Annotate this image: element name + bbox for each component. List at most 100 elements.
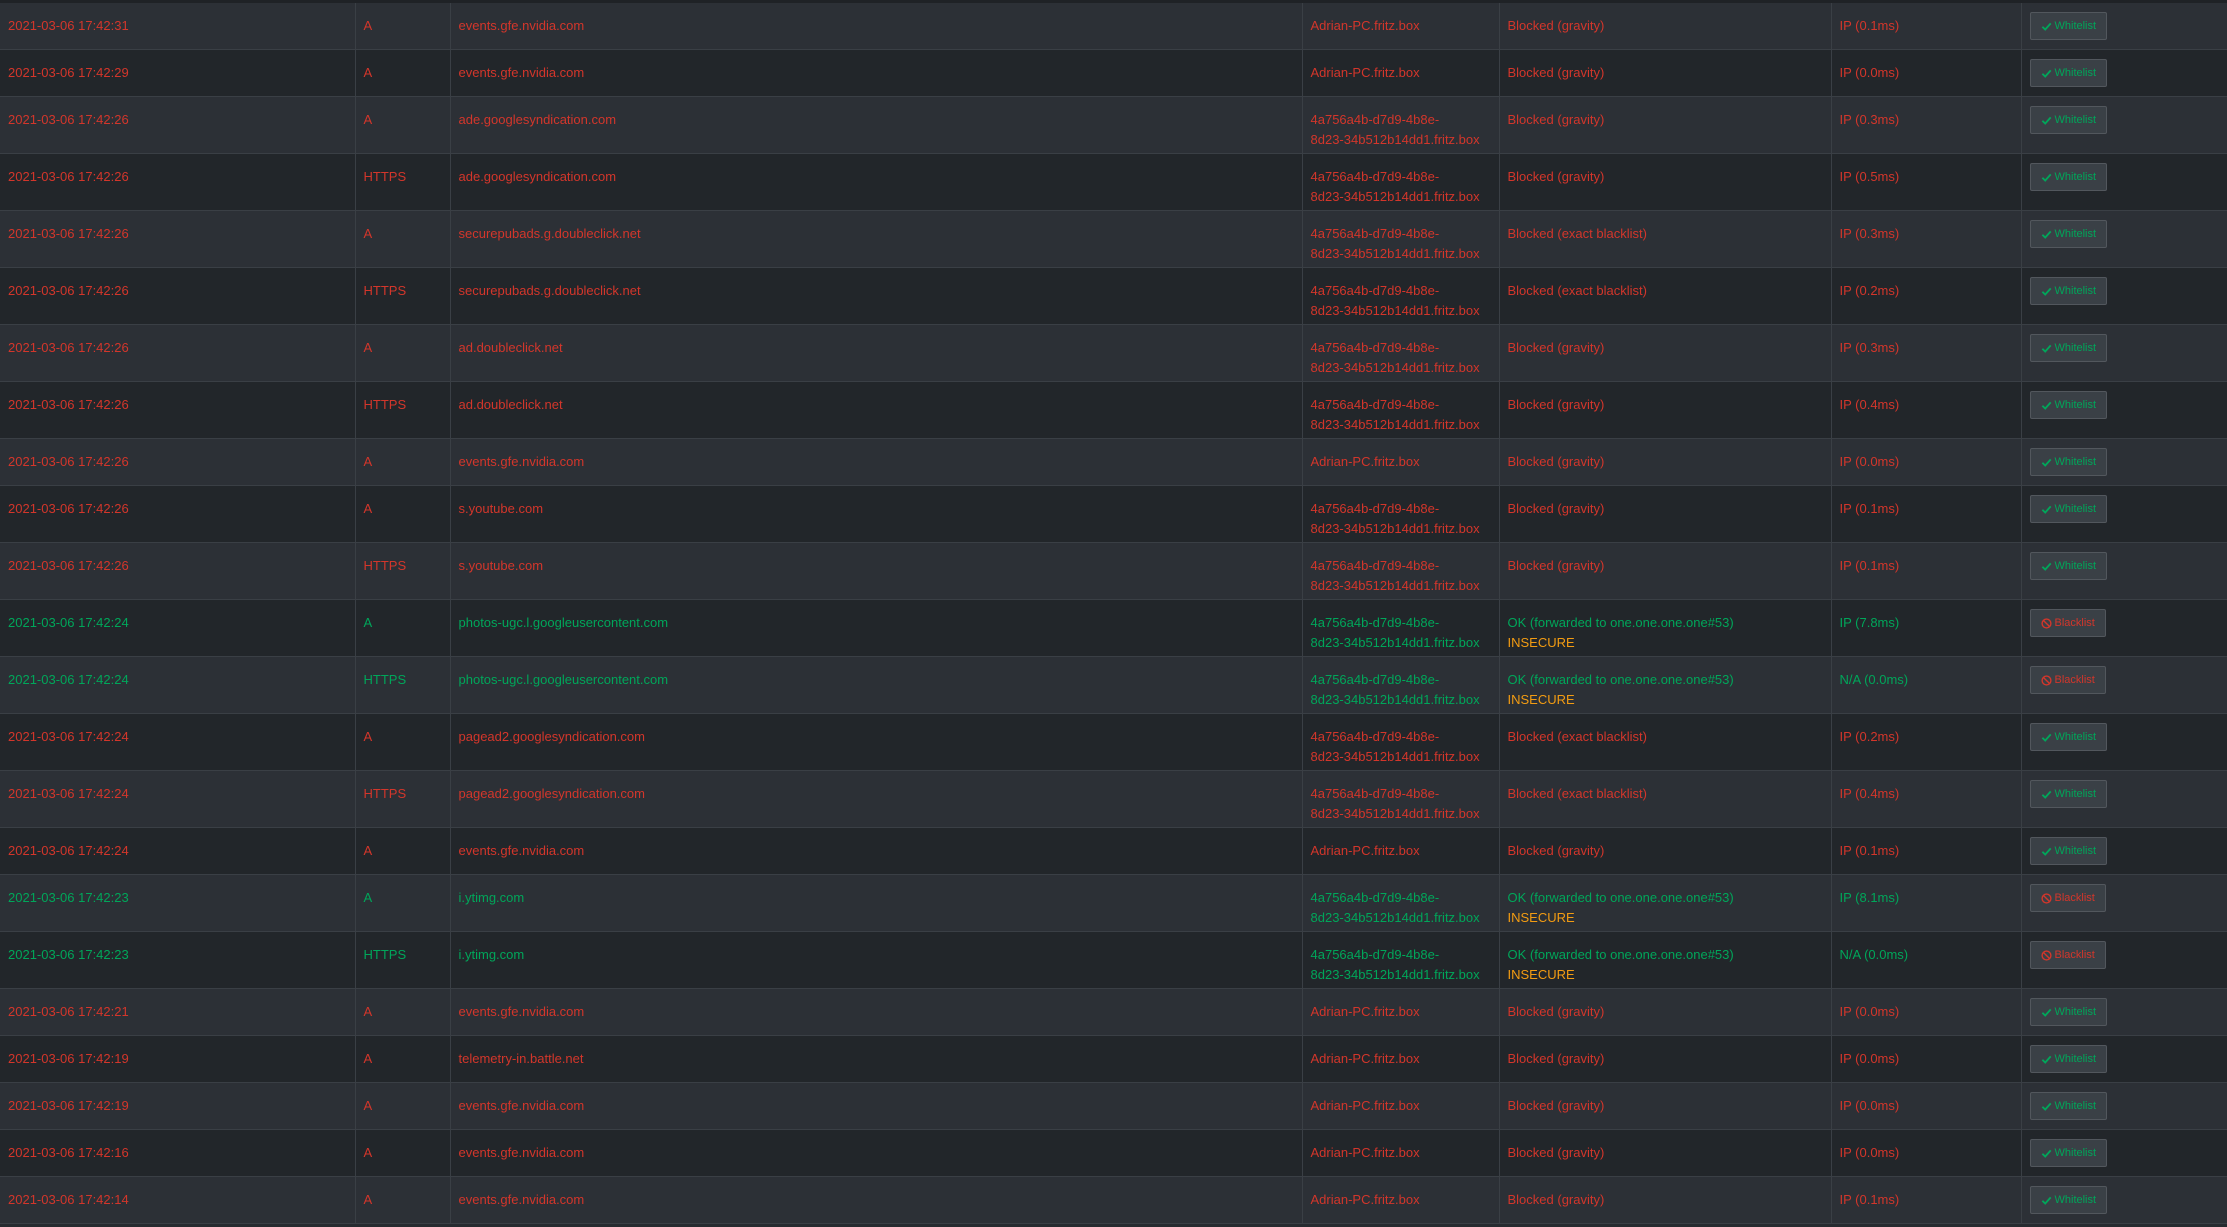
client-line: 8d23-34b512b14dd1.fritz.box [1310, 966, 1480, 982]
whitelist-button[interactable]: Whitelist [2029, 723, 2108, 751]
whitelist-button[interactable]: Whitelist [2029, 220, 2108, 248]
blacklist-button[interactable]: Blacklist [2029, 941, 2106, 969]
client-line: Adrian-PC.fritz.box [1310, 18, 1420, 33]
whitelist-button[interactable]: Whitelist [2029, 334, 2108, 362]
action-cell: Whitelist [2021, 382, 2227, 439]
whitelist-button[interactable]: Whitelist [2029, 1045, 2108, 1073]
status-text: Blocked (gravity) [1507, 843, 1605, 858]
client-line: 4a756a4b-d7d9-4b8e- [1310, 112, 1440, 127]
blacklist-button[interactable]: Blacklist [2029, 609, 2106, 637]
type-cell: A [355, 1083, 451, 1130]
client-cell: 4a756a4b-d7d9-4b8e- 8d23-34b512b14dd1.fri… [1302, 714, 1500, 771]
type-cell: A [355, 486, 451, 543]
action-cell: Whitelist [2021, 325, 2227, 382]
domain-cell: i.ytimg.com [450, 932, 1303, 989]
check-icon [2041, 400, 2052, 411]
time-cell: 2021-03-06 17:42:24 [0, 771, 356, 828]
client-line: 8d23-34b512b14dd1.fritz.box [1310, 748, 1480, 764]
query-log-body: 2021-03-06 17:42:31 Aevents.gfe.nvidia.co… [0, 1, 2227, 1224]
status-cell: Blocked (gravity) [1499, 325, 1832, 382]
action-label: Whitelist [2054, 114, 2097, 126]
check-icon [2041, 1054, 2052, 1065]
blacklist-button[interactable]: Blacklist [2029, 666, 2106, 694]
whitelist-button[interactable]: Whitelist [2029, 1092, 2108, 1120]
time-cell: 2021-03-06 17:42:19 [0, 1036, 356, 1083]
type-cell: A [355, 989, 451, 1036]
type-cell: HTTPS [355, 268, 451, 325]
action-label: Whitelist [2054, 1147, 2097, 1159]
whitelist-button[interactable]: Whitelist [2029, 552, 2108, 580]
client-cell: 4a756a4b-d7d9-4b8e- 8d23-34b512b14dd1.fri… [1302, 97, 1500, 154]
action-label: Whitelist [2054, 1100, 2097, 1112]
check-icon [2041, 732, 2052, 743]
table-row: 2021-03-06 17:42:26 HTTPS ad.doubleclick.n… [0, 382, 2227, 439]
whitelist-button[interactable]: Whitelist [2029, 106, 2108, 134]
client-line: Adrian-PC.fritz.box [1310, 1098, 1420, 1113]
whitelist-button[interactable]: Whitelist [2029, 1139, 2108, 1167]
whitelist-button[interactable]: Whitelist [2029, 837, 2108, 865]
time-cell: 2021-03-06 17:42:24 [0, 600, 356, 657]
whitelist-button[interactable]: Whitelist [2029, 163, 2108, 191]
table-row: 2021-03-06 17:42:19 Atelemetry-in.battle.… [0, 1036, 2227, 1083]
check-icon [2041, 115, 2052, 126]
whitelist-button[interactable]: Whitelist [2029, 277, 2108, 305]
status-text: OK (forwarded to one.one.one.one#53) [1507, 615, 1734, 630]
action-cell: Whitelist [2021, 828, 2227, 875]
whitelist-button[interactable]: Whitelist [2029, 59, 2108, 87]
whitelist-button[interactable]: Whitelist [2029, 998, 2108, 1026]
client-line: 4a756a4b-d7d9-4b8e- [1310, 283, 1440, 298]
client-line: Adrian-PC.fritz.box [1310, 65, 1420, 80]
domain-cell: securepubads.g.doubleclick.net [450, 211, 1303, 268]
whitelist-button[interactable]: Whitelist [2029, 495, 2108, 523]
type-cell: A [355, 1, 451, 50]
client-line: 8d23-34b512b14dd1.fritz.box [1310, 634, 1480, 650]
time-cell: 2021-03-06 17:42:26 [0, 543, 356, 600]
table-row: 2021-03-06 17:42:26 HTTPS ade.googlesyndic… [0, 154, 2227, 211]
action-label: Blacklist [2054, 892, 2095, 904]
whitelist-button[interactable]: Whitelist [2029, 1186, 2108, 1214]
status-cell: OK (forwarded to one.one.one.one#53) INSE… [1499, 875, 1832, 932]
time-cell: 2021-03-06 17:42:26 [0, 325, 356, 382]
reply-cell: N/A (0.0ms) [1831, 657, 2022, 714]
status-cell: Blocked (exact blacklist) [1499, 211, 1832, 268]
client-line: Adrian-PC.fritz.box [1310, 843, 1420, 858]
blacklist-button[interactable]: Blacklist [2029, 884, 2106, 912]
domain-cell: events.gfe.nvidia.com [450, 828, 1303, 875]
status-text: Blocked (gravity) [1507, 18, 1605, 33]
time-cell: 2021-03-06 17:42:24 [0, 714, 356, 771]
status-cell: Blocked (gravity) [1499, 1177, 1832, 1224]
status-text: Blocked (exact blacklist) [1507, 283, 1647, 298]
client-cell: 4a756a4b-d7d9-4b8e- 8d23-34b512b14dd1.fri… [1302, 382, 1500, 439]
client-line: 8d23-34b512b14dd1.fritz.box [1310, 577, 1480, 593]
time-cell: 2021-03-06 17:42:26 [0, 486, 356, 543]
client-cell: Adrian-PC.fritz.box [1302, 439, 1500, 486]
whitelist-button[interactable]: Whitelist [2029, 448, 2108, 476]
action-cell: Blacklist [2021, 600, 2227, 657]
client-line: 4a756a4b-d7d9-4b8e- [1310, 947, 1440, 962]
table-row: 2021-03-06 17:42:26 Aevents.gfe.nvidia.co… [0, 439, 2227, 486]
table-row: 2021-03-06 17:42:24 HTTPS photos-ugc.l.goo… [0, 657, 2227, 714]
client-cell: 4a756a4b-d7d9-4b8e- 8d23-34b512b14dd1.fri… [1302, 932, 1500, 989]
client-line: 8d23-34b512b14dd1.fritz.box [1310, 131, 1480, 147]
reply-cell: IP (0.0ms) [1831, 439, 2022, 486]
action-label: Whitelist [2054, 171, 2097, 183]
client-cell: 4a756a4b-d7d9-4b8e- 8d23-34b512b14dd1.fri… [1302, 657, 1500, 714]
client-line: 4a756a4b-d7d9-4b8e- [1310, 672, 1440, 687]
client-cell: 4a756a4b-d7d9-4b8e- 8d23-34b512b14dd1.fri… [1302, 211, 1500, 268]
status-text: OK (forwarded to one.one.one.one#53) [1507, 890, 1734, 905]
reply-cell: IP (0.0ms) [1831, 1083, 2022, 1130]
action-cell: Blacklist [2021, 932, 2227, 989]
status-cell: Blocked (gravity) [1499, 154, 1832, 211]
status-text: Blocked (gravity) [1507, 501, 1605, 516]
reply-cell: IP (0.0ms) [1831, 50, 2022, 97]
whitelist-button[interactable]: Whitelist [2029, 12, 2108, 40]
whitelist-button[interactable]: Whitelist [2029, 780, 2108, 808]
domain-cell: s.youtube.com [450, 543, 1303, 600]
action-label: Whitelist [2054, 228, 2097, 240]
domain-cell: ade.googlesyndication.com [450, 97, 1303, 154]
action-cell: Whitelist [2021, 211, 2227, 268]
status-cell: Blocked (exact blacklist) [1499, 771, 1832, 828]
type-cell: A [355, 875, 451, 932]
whitelist-button[interactable]: Whitelist [2029, 391, 2108, 419]
action-label: Whitelist [2054, 845, 2097, 857]
